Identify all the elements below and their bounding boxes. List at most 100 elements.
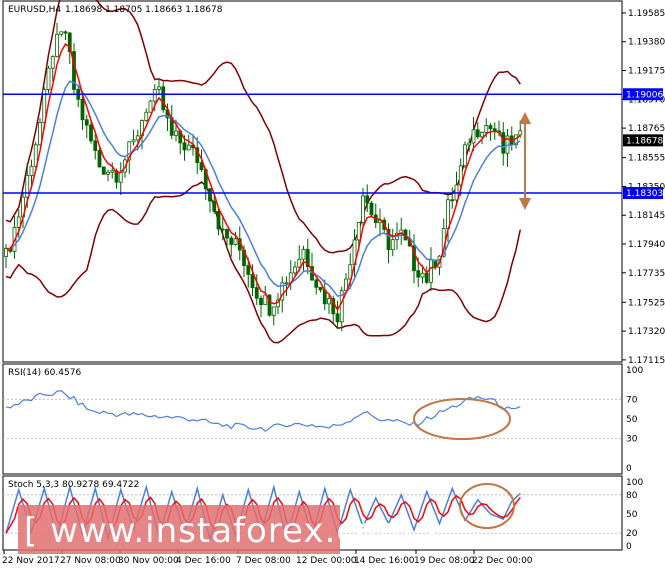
- price-tick-label: 1.17940: [628, 240, 665, 250]
- watermark: [ www.instaforex.com ]: [18, 505, 438, 554]
- rsi-tick-label: 70: [626, 395, 638, 405]
- candle-body: [118, 171, 123, 183]
- level-price-label: 1.18303: [626, 189, 663, 199]
- candle-body: [446, 199, 450, 230]
- candle-body: [420, 272, 425, 278]
- candle-body: [144, 111, 149, 122]
- price-tick-label: 1.17525: [628, 298, 665, 308]
- candle-body: [356, 222, 361, 241]
- candle-body: [110, 170, 115, 173]
- rsi-tick-label: 30: [626, 435, 638, 445]
- time-tick-label: 27 Nov 08:00: [60, 556, 121, 566]
- candle-body: [131, 139, 136, 143]
- candle-body: [429, 259, 433, 283]
- candle-body: [186, 144, 191, 151]
- candle-body: [475, 129, 480, 138]
- stoch-tick-label: 50: [626, 510, 638, 520]
- candle-body: [174, 130, 178, 136]
- candle-body: [220, 228, 225, 231]
- candle-body: [182, 142, 187, 151]
- rsi-tick-label: 0: [626, 464, 632, 474]
- candle-body: [484, 125, 489, 133]
- price-tick-label: 1.18145: [628, 211, 665, 221]
- candle-body: [471, 129, 476, 144]
- candle-body: [369, 202, 374, 216]
- rsi-tick-label: 100: [626, 366, 643, 376]
- candle-body: [80, 98, 85, 121]
- rsi-tick-label: 50: [626, 415, 638, 425]
- candle-body: [216, 210, 221, 230]
- candle-body: [63, 31, 68, 34]
- price-tick-label: 1.18765: [628, 124, 665, 134]
- level-price-label: 1.19006: [626, 90, 663, 100]
- candle-body: [480, 132, 484, 138]
- price-tick-label: 1.19175: [628, 67, 665, 77]
- candle-body: [254, 287, 259, 299]
- time-tick-label: 12 Dec 00:00: [296, 556, 357, 566]
- candle-body: [225, 229, 229, 239]
- time-tick-label: 7 Dec 08:00: [236, 556, 291, 566]
- stoch-axis: 100 80 50 20 0: [626, 478, 643, 552]
- symbol-label: EURUSD,H4: [8, 5, 61, 15]
- candle-body: [55, 33, 59, 57]
- candle-body: [297, 258, 302, 268]
- candle-body: [157, 86, 161, 90]
- candle-body: [246, 265, 251, 275]
- candle-body: [29, 165, 34, 176]
- rsi-panel-frame: [2, 363, 623, 475]
- price-tick-label: 1.17320: [628, 327, 665, 337]
- candle-body: [284, 282, 289, 285]
- watermark-text: [ www.instaforex.com ]: [24, 511, 438, 551]
- candle-body: [463, 144, 467, 167]
- time-tick-label: 22 Nov 2017: [2, 556, 60, 566]
- candle-body: [390, 239, 395, 251]
- rsi-label: RSI(14) 60.4576: [8, 368, 81, 378]
- candle-body: [106, 171, 110, 175]
- candle-body: [467, 142, 472, 146]
- candle-body: [212, 200, 217, 212]
- candle-body: [84, 119, 89, 126]
- rsi-axis: 100 70 50 30 0: [626, 366, 643, 474]
- candle-body: [365, 195, 370, 204]
- candle-body: [271, 306, 276, 316]
- candle-body: [259, 297, 263, 306]
- candle-body: [93, 140, 98, 151]
- main-panel-frame: [2, 0, 623, 363]
- candle-body: [250, 274, 255, 289]
- candle-body: [208, 188, 212, 202]
- time-tick-label: 22 Dec 00:00: [472, 556, 533, 566]
- price-tick-label: 1.19380: [628, 38, 665, 48]
- candle-body: [161, 86, 166, 111]
- candle-body: [25, 175, 30, 198]
- price-tick-label: 1.17735: [628, 269, 665, 279]
- price-tick-label: 1.19585: [628, 9, 665, 19]
- candle-body: [148, 100, 153, 113]
- candle-body: [314, 279, 319, 288]
- candle-body: [229, 237, 234, 245]
- candle-body: [424, 272, 429, 283]
- candle-body: [46, 67, 51, 90]
- candle-body: [492, 128, 497, 132]
- candle-body: [301, 249, 306, 260]
- stoch-tick-label: 20: [626, 529, 638, 539]
- time-tick-label: 19 Dec 08:00: [414, 556, 475, 566]
- candle-body: [518, 130, 523, 136]
- candle-body: [501, 132, 506, 154]
- candle-body: [101, 166, 106, 175]
- stoch-tick-label: 80: [626, 491, 638, 501]
- price-tick-label: 1.17115: [628, 356, 665, 366]
- candle-body: [4, 247, 8, 258]
- price-tick-label: 1.18555: [628, 154, 665, 164]
- time-tick-label: 30 Nov 00:00: [118, 556, 179, 566]
- candle-body: [361, 195, 365, 223]
- candle-body: [416, 270, 421, 278]
- candle-body: [135, 135, 140, 141]
- stoch-label: Stoch 5,3,3 80.9278 69.4722: [8, 480, 139, 490]
- candle-body: [59, 31, 64, 35]
- chart-canvas: 1.195851.193801.191751.189701.187651.185…: [2, 0, 665, 566]
- ohlc-values: 1.18698 1.18705 1.18663 1.18678: [65, 5, 223, 15]
- candle-body: [152, 88, 157, 102]
- candle-body: [488, 125, 493, 130]
- candle-body: [318, 286, 323, 291]
- candle-body: [233, 238, 238, 245]
